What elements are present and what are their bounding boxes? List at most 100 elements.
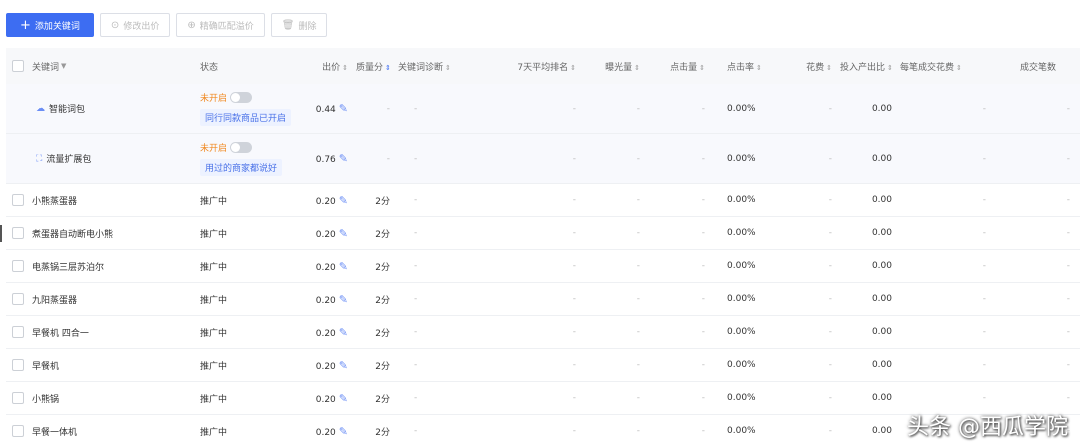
- header-bid[interactable]: 出价 ⇕: [292, 60, 352, 73]
- filter-icon[interactable]: ▼: [61, 62, 66, 70]
- roi-cell: 0.00: [871, 327, 892, 337]
- header-quality-label: 质量分: [356, 62, 384, 73]
- cost-cell: -: [828, 228, 832, 238]
- edit-icon[interactable]: ✎: [339, 359, 348, 372]
- conversions-cell: -: [1066, 103, 1070, 114]
- edit-icon[interactable]: ✎: [339, 194, 348, 207]
- add-keyword-button[interactable]: + 添加关键词: [6, 13, 94, 37]
- plus-icon: +: [20, 17, 31, 33]
- bid-cell: 0.20 ✎: [292, 227, 352, 240]
- roi-cell: 0.00: [871, 426, 892, 436]
- header-diagnosis[interactable]: 关键词诊断 ⇕: [394, 60, 484, 73]
- cpa-cell: -: [982, 195, 986, 205]
- diagnosis-cell: -: [414, 294, 418, 304]
- row-checkbox[interactable]: [12, 227, 24, 239]
- edit-icon[interactable]: ✎: [339, 102, 348, 115]
- quality-cell: 2分: [375, 394, 390, 405]
- clicks-cell: -: [701, 426, 705, 436]
- toolbar: + 添加关键词 ⊙ 修改出价 ⊕ 精确匹配溢价 🗑 删除: [6, 13, 328, 37]
- sort-icon: ⇕: [342, 63, 348, 72]
- edit-icon[interactable]: ✎: [339, 260, 348, 273]
- cost-cell: -: [828, 195, 832, 205]
- precise-match-bid-button[interactable]: ⊕ 精确匹配溢价: [176, 13, 265, 37]
- row-checkbox[interactable]: [12, 260, 24, 272]
- roi-cell: 0.00: [871, 261, 892, 271]
- bid-value: 0.20: [315, 295, 336, 306]
- keyword-label: 早餐机: [32, 361, 60, 372]
- header-ctr[interactable]: 点击率 ⇕: [709, 60, 771, 73]
- ctr-cell: 0.00%: [727, 294, 756, 304]
- keyword-label: 小熊蒸蛋器: [32, 196, 78, 207]
- keyword-cell: 早餐一体机: [6, 425, 196, 438]
- bid-cell: 0.20 ✎: [292, 425, 352, 438]
- conversions-cell: -: [1066, 261, 1070, 271]
- header-clicks[interactable]: 点击量 ⇕: [644, 60, 709, 73]
- header-cpa[interactable]: 每笔成交花费 ⇕: [896, 60, 1016, 73]
- header-quality[interactable]: 质量分 ⇕: [352, 60, 394, 73]
- edit-icon[interactable]: ✎: [339, 227, 348, 240]
- sort-icon: ⇕: [756, 63, 762, 72]
- diagnosis-cell: -: [414, 153, 418, 164]
- clicks-cell: -: [701, 360, 705, 370]
- promo-tag: 同行同款商品已开启: [200, 109, 292, 126]
- row-marker: [0, 225, 2, 242]
- status-cell: 推广中: [200, 427, 228, 438]
- keyword-cell: 九阳蒸蛋器: [6, 293, 196, 306]
- row-checkbox[interactable]: [12, 392, 24, 404]
- edit-icon[interactable]: ✎: [339, 392, 348, 405]
- ctr-cell: 0.00%: [727, 195, 756, 205]
- bid-value: 0.20: [315, 229, 336, 240]
- row-checkbox[interactable]: [12, 194, 24, 206]
- edit-icon[interactable]: ✎: [339, 425, 348, 438]
- row-checkbox[interactable]: [12, 359, 24, 371]
- status-cell: 推广中: [200, 295, 228, 306]
- watermark: 头条 @西瓜学院: [907, 415, 1068, 440]
- header-conversions[interactable]: 成交笔数: [1016, 60, 1074, 73]
- bid-cell: 0.76 ✎: [292, 152, 352, 165]
- enable-toggle[interactable]: [230, 142, 253, 153]
- header-ctr-label: 点击率: [727, 62, 755, 73]
- header-roi[interactable]: 投入产出比 ⇕: [836, 60, 896, 73]
- status-cell: 推广中: [200, 394, 228, 405]
- quality-cell: 2分: [375, 262, 390, 273]
- exposure-cell: -: [636, 153, 640, 164]
- delete-button[interactable]: 🗑 删除: [270, 13, 328, 37]
- conversions-cell: -: [1066, 195, 1070, 205]
- bid-value: 0.76: [315, 155, 336, 165]
- exposure-cell: -: [636, 228, 640, 238]
- select-all-checkbox[interactable]: [12, 60, 24, 72]
- rank-cell: -: [572, 103, 576, 114]
- modify-bid-button[interactable]: ⊙ 修改出价: [99, 13, 171, 37]
- status-cell: 推广中: [200, 196, 228, 207]
- header-exposure[interactable]: 曝光量 ⇕: [580, 60, 644, 73]
- edit-icon[interactable]: ✎: [339, 152, 348, 165]
- conversions-cell: -: [1066, 393, 1070, 403]
- header-rank[interactable]: 7天平均排名 ⇕: [484, 60, 580, 73]
- row-checkbox[interactable]: [12, 326, 24, 338]
- edit-icon[interactable]: ✎: [339, 326, 348, 339]
- header-cost[interactable]: 花费 ⇕: [771, 60, 836, 73]
- promo-tag: 用过的商家都说好: [200, 159, 283, 176]
- ctr-cell: 0.00%: [727, 228, 756, 238]
- ctr-cell: 0.00%: [727, 327, 756, 337]
- exposure-cell: -: [636, 327, 640, 337]
- conversions-cell: -: [1066, 360, 1070, 370]
- enable-toggle[interactable]: [230, 92, 253, 103]
- status-label: 未开启: [200, 94, 228, 104]
- clicks-cell: -: [701, 393, 705, 403]
- keyword-label: 早餐一体机: [32, 427, 78, 438]
- cpa-cell: -: [982, 261, 986, 271]
- keyword-label: 煮蛋器自动断电小熊: [32, 229, 114, 240]
- exposure-cell: -: [636, 393, 640, 403]
- ctr-cell: 0.00%: [727, 103, 756, 114]
- exposure-cell: -: [636, 294, 640, 304]
- keyword-cell: 电蒸锅三层苏泊尔: [6, 260, 196, 273]
- header-roi-label: 投入产出比: [840, 62, 886, 73]
- cpa-cell: -: [982, 393, 986, 403]
- keyword-label: 九阳蒸蛋器: [32, 295, 78, 306]
- row-checkbox[interactable]: [12, 425, 24, 437]
- row-checkbox[interactable]: [12, 293, 24, 305]
- edit-icon[interactable]: ✎: [339, 293, 348, 306]
- cost-cell: -: [828, 294, 832, 304]
- bid-cell: 0.44 ✎: [292, 102, 352, 115]
